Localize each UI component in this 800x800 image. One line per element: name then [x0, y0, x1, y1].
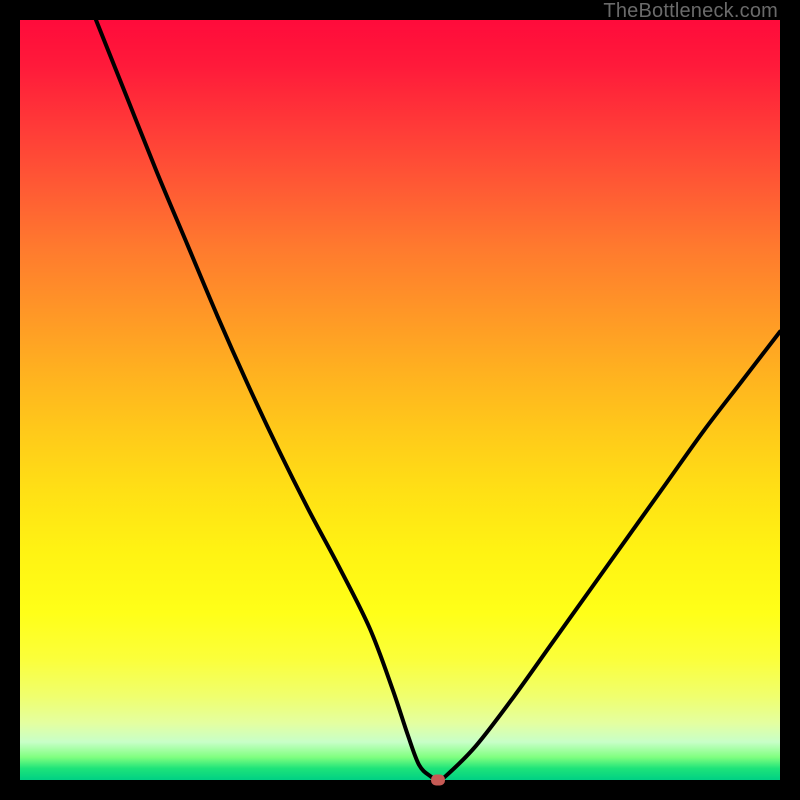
outer-frame: TheBottleneck.com	[0, 0, 800, 800]
bottleneck-curve	[20, 20, 780, 780]
plot-area	[20, 20, 780, 780]
optimum-marker	[431, 775, 445, 786]
watermark-text: TheBottleneck.com	[603, 0, 778, 23]
